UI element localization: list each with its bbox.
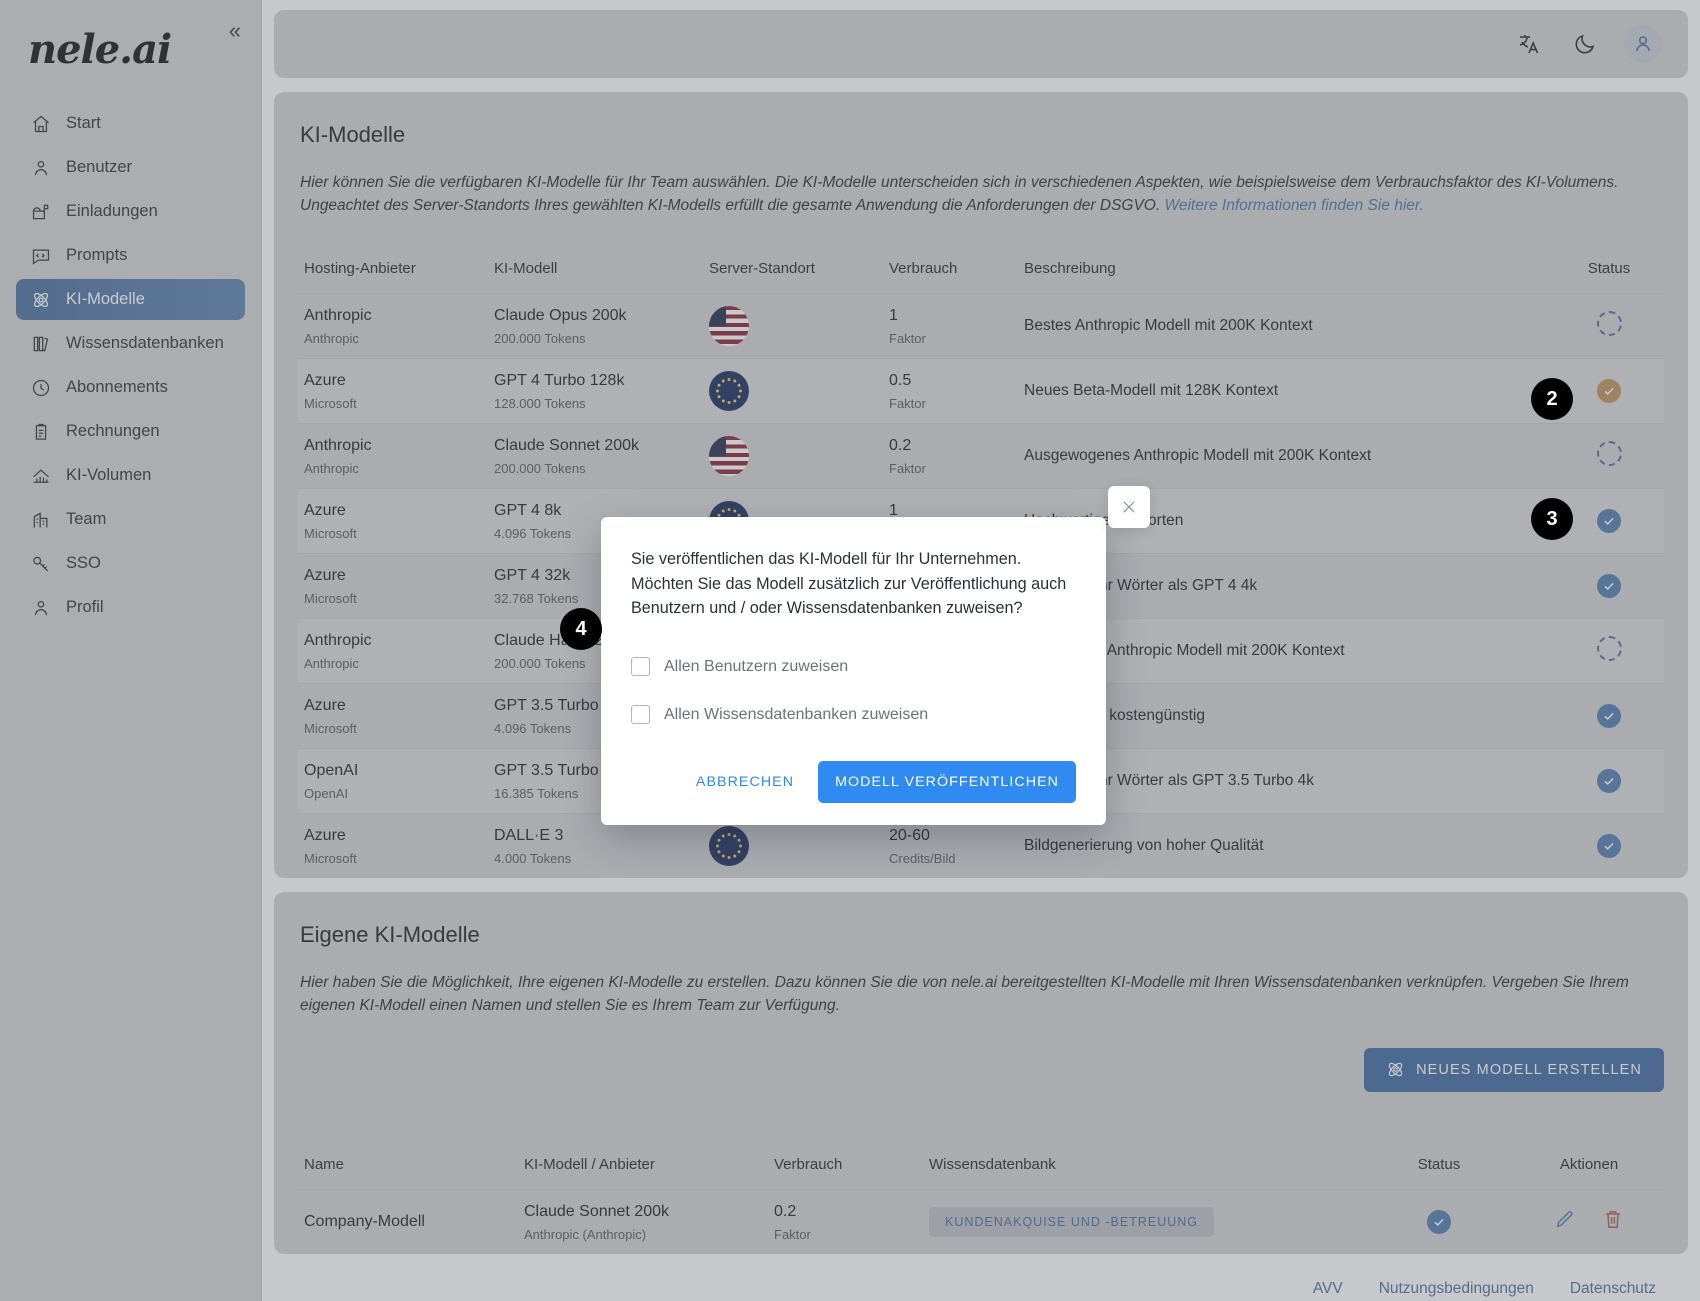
annotation-badge: 4 — [560, 608, 602, 650]
checkbox-input[interactable] — [631, 705, 650, 725]
publish-model-button[interactable]: MODELL VERÖFFENTLICHEN — [818, 760, 1076, 803]
dialog-message: Sie veröffentlichen das KI-Modell für Ih… — [631, 550, 1067, 618]
checkbox-row[interactable]: Allen Benutzern zuweisen — [631, 647, 1076, 687]
checkbox-label: Allen Benutzern zuweisen — [664, 657, 849, 675]
checkbox-label: Allen Wissensdatenbanken zuweisen — [664, 705, 929, 723]
app-root: « nele.ai Start Benutzer Einladungen Pro… — [0, 0, 1700, 1301]
publish-model-dialog: Sie veröffentlichen das KI-Modell für Ih… — [601, 486, 1150, 825]
annotation-badge: 3 — [1531, 498, 1573, 540]
checkbox-row[interactable]: Allen Wissensdatenbanken zuweisen — [631, 695, 1076, 735]
dialog-actions: ABBRECHEN MODELL VERÖFFENTLICHEN — [631, 760, 1076, 803]
annotation-badge: 2 — [1531, 378, 1573, 420]
close-icon[interactable] — [1108, 486, 1150, 528]
cancel-button[interactable]: ABBRECHEN — [680, 762, 810, 802]
checkbox-input[interactable] — [631, 657, 650, 677]
dialog-checkbox-group: Allen Benutzern zuweisen Allen Wissensda… — [631, 647, 1076, 735]
